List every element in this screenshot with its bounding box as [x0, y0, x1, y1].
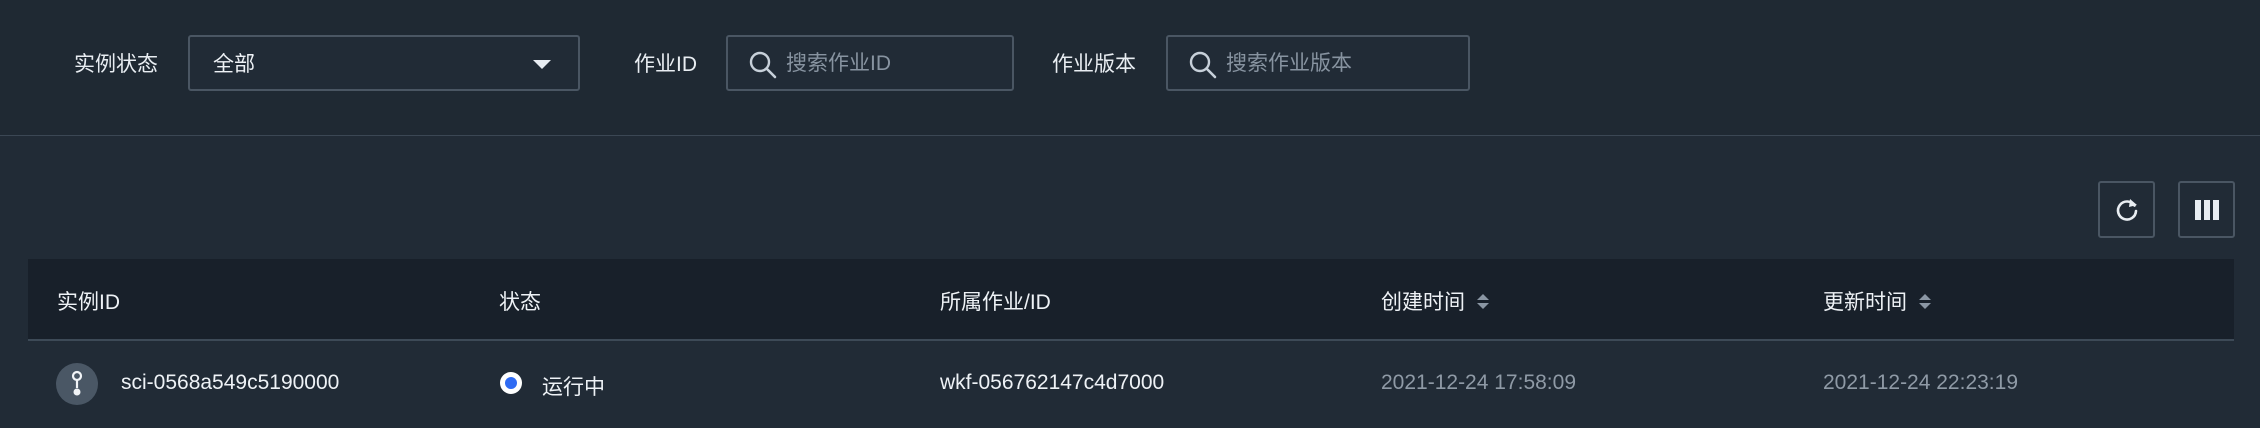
refresh-button[interactable] [2098, 181, 2155, 238]
job-id-search[interactable] [726, 35, 1014, 91]
status-filter-label: 实例状态 [74, 53, 158, 76]
search-icon [749, 51, 777, 79]
instance-id[interactable]: sci-0568a549c5190000 [121, 371, 339, 395]
columns-icon [2194, 199, 2219, 220]
status-select-value: 全部 [213, 53, 255, 76]
column-header-status[interactable]: 状态 [499, 286, 541, 316]
column-header-label: 所属作业/ID [940, 291, 1051, 314]
column-header-label: 更新时间 [1823, 291, 1907, 314]
sort-icon[interactable] [1919, 293, 1931, 309]
column-header-job-id[interactable]: 所属作业/ID [940, 286, 1051, 316]
created-time: 2021-12-24 17:58:09 [1381, 371, 1576, 394]
caret-down-icon [533, 60, 551, 69]
column-header-label: 状态 [499, 291, 541, 314]
table-header: 实例ID 状态 所属作业/ID 创建时间 更新时间 [28, 259, 2234, 341]
table-row[interactable]: sci-0568a549c5190000 运行中 wkf-056762147c4… [28, 341, 2234, 428]
filter-bar: 实例状态 全部 作业ID 作业版本 [0, 0, 2260, 136]
column-header-label: 实例ID [57, 291, 120, 314]
status-select[interactable]: 全部 [188, 35, 580, 91]
column-settings-button[interactable] [2178, 181, 2235, 238]
job-version-input[interactable] [1224, 47, 1448, 81]
sort-icon[interactable] [1477, 293, 1489, 309]
search-icon [1189, 51, 1217, 79]
column-header-label: 创建时间 [1381, 291, 1465, 314]
column-header-instance-id[interactable]: 实例ID [57, 286, 120, 316]
column-header-created-time[interactable]: 创建时间 [1381, 286, 1489, 316]
status-text: 运行中 [542, 376, 605, 399]
running-status-icon [500, 372, 522, 394]
updated-time: 2021-12-24 22:23:19 [1823, 371, 2018, 394]
refresh-icon [2116, 198, 2137, 221]
job-id-input[interactable] [784, 47, 1008, 81]
job-id-filter-label: 作业ID [634, 53, 697, 76]
job-version-search[interactable] [1166, 35, 1470, 91]
column-header-updated-time[interactable]: 更新时间 [1823, 286, 1931, 316]
job-id-link[interactable]: wkf-056762147c4d7000 [940, 371, 1164, 395]
instance-flow-icon [56, 363, 98, 405]
job-version-filter-label: 作业版本 [1052, 53, 1136, 76]
